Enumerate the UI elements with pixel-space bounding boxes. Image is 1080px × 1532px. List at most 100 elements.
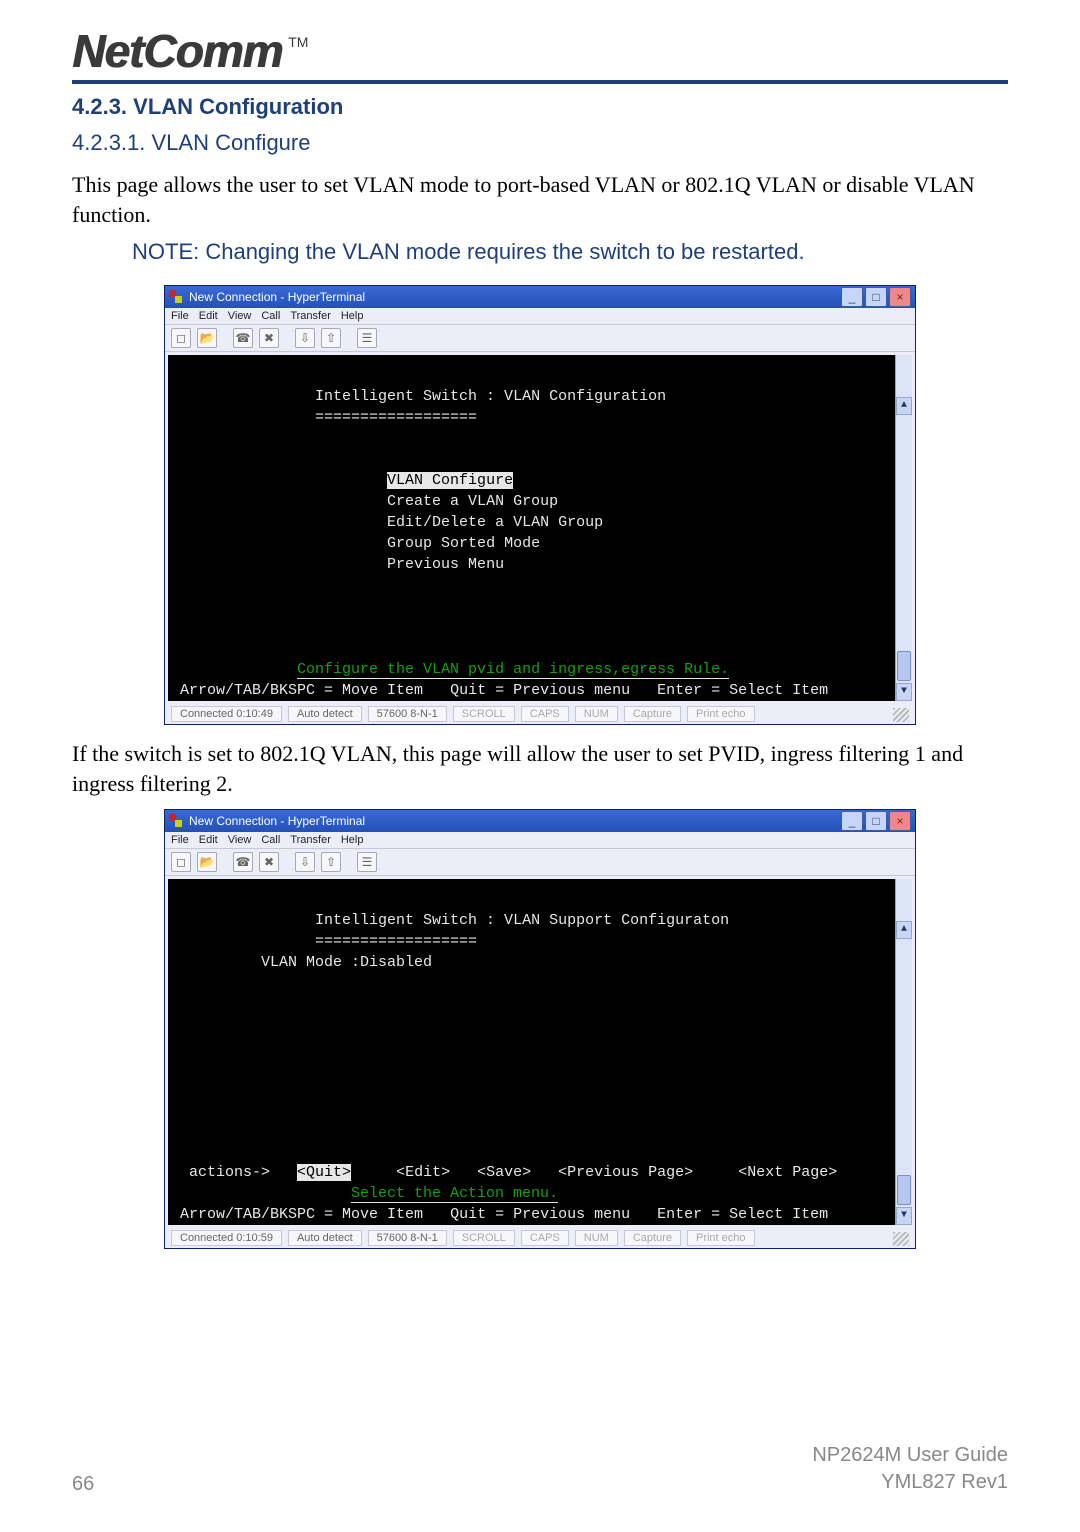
hint-line: Configure the VLAN pvid and ingress,egre… — [297, 661, 729, 679]
minimize-button[interactable]: _ — [841, 811, 863, 831]
open-icon[interactable]: 📂 — [197, 852, 217, 872]
nav-hint-line: Arrow/TAB/BKSPC = Move Item Quit = Previ… — [180, 682, 828, 699]
menu-item-sorted-mode[interactable]: Group Sorted Mode — [387, 535, 540, 552]
terminal-screen-2[interactable]: Intelligent Switch : VLAN Support Config… — [168, 879, 912, 1225]
close-button[interactable]: × — [889, 287, 911, 307]
menu-help[interactable]: Help — [341, 834, 364, 846]
connect-icon[interactable]: ☎ — [233, 328, 253, 348]
disconnect-icon[interactable]: ✖ — [259, 328, 279, 348]
resize-grip[interactable] — [893, 708, 909, 722]
toolbar-separator — [223, 852, 227, 870]
term1-divider: ================== — [315, 409, 477, 426]
receive-icon[interactable]: ⇧ — [321, 328, 341, 348]
menu-file[interactable]: File — [171, 310, 189, 322]
vertical-scrollbar[interactable]: ▲ ▼ — [895, 879, 912, 1225]
status-detect: Auto detect — [288, 706, 362, 722]
menu-file[interactable]: File — [171, 834, 189, 846]
open-icon[interactable]: 📂 — [197, 328, 217, 348]
intro-paragraph: This page allows the user to set VLAN mo… — [72, 170, 1008, 229]
status-printecho: Print echo — [687, 706, 755, 722]
note-text: NOTE: Changing the VLAN mode requires th… — [132, 239, 1008, 265]
toolbar-separator — [347, 328, 351, 346]
term2-header: Intelligent Switch : VLAN Support Config… — [315, 912, 729, 929]
status-num: NUM — [575, 1230, 618, 1246]
menu-bar: File Edit View Call Transfer Help — [165, 308, 915, 324]
properties-icon[interactable]: ☰ — [357, 328, 377, 348]
titlebar: New Connection - HyperTerminal _ □ × — [165, 810, 915, 832]
status-printecho: Print echo — [687, 1230, 755, 1246]
toolbar: ◻ 📂 ☎ ✖ ⇩ ⇧ ☰ — [165, 848, 915, 876]
menu-edit[interactable]: Edit — [199, 834, 218, 846]
section-heading-4-2-3-1: 4.2.3.1. VLAN Configure — [72, 130, 1008, 156]
action-next-page[interactable]: <Next Page> — [738, 1164, 837, 1181]
term1-header: Intelligent Switch : VLAN Configuration — [315, 388, 666, 405]
scroll-down-icon[interactable]: ▼ — [896, 1207, 912, 1225]
menu-item-create[interactable]: Create a VLAN Group — [387, 493, 558, 510]
maximize-button[interactable]: □ — [865, 811, 887, 831]
doc-rev: YML827 Rev1 — [881, 1471, 1008, 1493]
menu-view[interactable]: View — [228, 310, 252, 322]
status-scroll: SCROLL — [453, 1230, 515, 1246]
toolbar-separator — [347, 852, 351, 870]
send-icon[interactable]: ⇩ — [295, 852, 315, 872]
status-caps: CAPS — [521, 706, 569, 722]
window-title: New Connection - HyperTerminal — [189, 814, 365, 828]
status-caps: CAPS — [521, 1230, 569, 1246]
menu-item-edit-delete[interactable]: Edit/Delete a VLAN Group — [387, 514, 603, 531]
new-doc-icon[interactable]: ◻ — [171, 328, 191, 348]
status-num: NUM — [575, 706, 618, 722]
scroll-down-icon[interactable]: ▼ — [896, 683, 912, 701]
status-scroll: SCROLL — [453, 706, 515, 722]
resize-grip[interactable] — [893, 1232, 909, 1246]
minimize-button[interactable]: _ — [841, 287, 863, 307]
status-params: 57600 8-N-1 — [368, 706, 447, 722]
maximize-button[interactable]: □ — [865, 287, 887, 307]
menu-call[interactable]: Call — [261, 834, 280, 846]
status-connected: Connected 0:10:59 — [171, 1230, 282, 1246]
new-doc-icon[interactable]: ◻ — [171, 852, 191, 872]
action-save[interactable]: <Save> — [477, 1164, 531, 1181]
para-8021q: If the switch is set to 802.1Q VLAN, thi… — [72, 739, 1008, 798]
menu-item-selected[interactable]: VLAN Configure — [387, 472, 513, 489]
actions-line: actions-> <Quit> <Edit> <Save> <Previous… — [180, 1164, 837, 1181]
menu-item-previous[interactable]: Previous Menu — [387, 556, 504, 573]
close-button[interactable]: × — [889, 811, 911, 831]
status-connected: Connected 0:10:49 — [171, 706, 282, 722]
menu-transfer[interactable]: Transfer — [290, 310, 331, 322]
properties-icon[interactable]: ☰ — [357, 852, 377, 872]
menu-help[interactable]: Help — [341, 310, 364, 322]
header-rule — [72, 80, 1008, 84]
action-quit[interactable]: <Quit> — [297, 1164, 351, 1181]
hyperterminal-window-2: New Connection - HyperTerminal _ □ × Fil… — [164, 809, 916, 1249]
menu-view[interactable]: View — [228, 834, 252, 846]
scroll-thumb[interactable] — [897, 1175, 911, 1205]
app-icon — [169, 814, 183, 828]
page-number: 66 — [72, 1473, 94, 1496]
toolbar-separator — [223, 328, 227, 346]
action-prev-page[interactable]: <Previous Page> — [558, 1164, 693, 1181]
connect-icon[interactable]: ☎ — [233, 852, 253, 872]
disconnect-icon[interactable]: ✖ — [259, 852, 279, 872]
status-capture: Capture — [624, 1230, 681, 1246]
send-icon[interactable]: ⇩ — [295, 328, 315, 348]
toolbar: ◻ 📂 ☎ ✖ ⇩ ⇧ ☰ — [165, 324, 915, 352]
toolbar-separator — [285, 328, 289, 346]
menu-transfer[interactable]: Transfer — [290, 834, 331, 846]
scroll-thumb[interactable] — [897, 651, 911, 681]
trademark: TM — [288, 28, 308, 50]
terminal-screen-1[interactable]: Intelligent Switch : VLAN Configuration … — [168, 355, 912, 701]
status-detect: Auto detect — [288, 1230, 362, 1246]
hint-line: Select the Action menu. — [351, 1185, 558, 1203]
menu-bar: File Edit View Call Transfer Help — [165, 832, 915, 848]
vertical-scrollbar[interactable]: ▲ ▼ — [895, 355, 912, 701]
titlebar: New Connection - HyperTerminal _ □ × — [165, 286, 915, 308]
menu-edit[interactable]: Edit — [199, 310, 218, 322]
section-heading-4-2-3: 4.2.3. VLAN Configuration — [72, 94, 1008, 120]
doc-title: NP2624M User Guide — [812, 1444, 1008, 1466]
toolbar-separator — [285, 852, 289, 870]
menu-call[interactable]: Call — [261, 310, 280, 322]
hyperterminal-window-1: New Connection - HyperTerminal _ □ × Fil… — [164, 285, 916, 725]
action-edit[interactable]: <Edit> — [396, 1164, 450, 1181]
nav-hint-line: Arrow/TAB/BKSPC = Move Item Quit = Previ… — [180, 1206, 828, 1223]
receive-icon[interactable]: ⇧ — [321, 852, 341, 872]
